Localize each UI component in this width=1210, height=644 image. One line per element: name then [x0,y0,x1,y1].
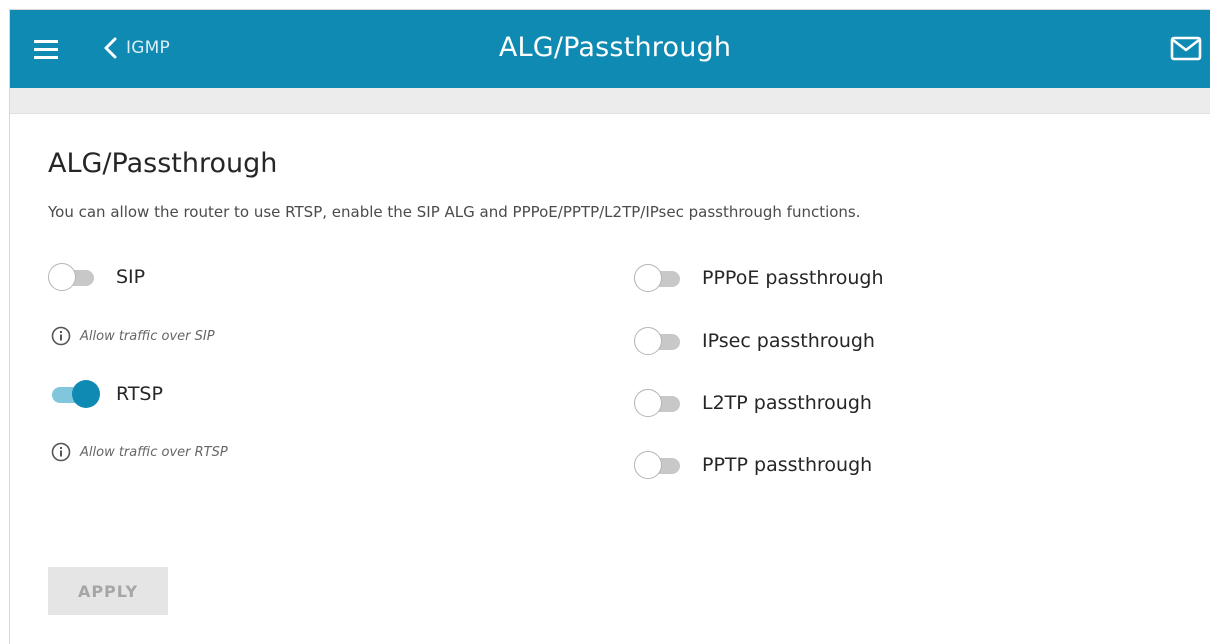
ipsec-passthrough-label: IPsec passthrough [702,330,875,352]
envelope-icon[interactable] [1170,35,1202,63]
header-strip [10,88,1210,114]
pppoe-passthrough-toggle-row[interactable]: PPPoE passthrough [634,263,884,293]
toggle-knob [634,327,662,355]
sip-toggle-row[interactable]: SIP [48,262,145,292]
toggle-knob [634,389,662,417]
app-frame: IGMP ALG/Passthrough ALG/Passthrough You… [9,9,1210,644]
page-title: ALG/Passthrough [48,148,278,179]
pppoe-passthrough-label: PPPoE passthrough [702,267,884,289]
info-icon [51,326,71,346]
sip-hint-text: Allow traffic over SIP [80,328,215,344]
l2tp-passthrough-toggle[interactable] [634,388,680,418]
sip-hint: Allow traffic over SIP [51,326,215,346]
pptp-passthrough-toggle[interactable] [634,450,680,480]
pptp-passthrough-toggle-row[interactable]: PPTP passthrough [634,450,872,480]
pppoe-passthrough-toggle[interactable] [634,263,680,293]
rtsp-hint-text: Allow traffic over RTSP [80,444,228,460]
toggle-knob [634,451,662,479]
apply-button[interactable]: APPLY [48,567,168,615]
sip-toggle[interactable] [48,262,94,292]
page-description: You can allow the router to use RTSP, en… [48,203,861,221]
rtsp-hint: Allow traffic over RTSP [51,442,228,462]
ipsec-passthrough-toggle[interactable] [634,326,680,356]
toggle-knob [634,264,662,292]
l2tp-passthrough-toggle-row[interactable]: L2TP passthrough [634,388,872,418]
rtsp-label: RTSP [116,383,163,405]
pptp-passthrough-label: PPTP passthrough [702,454,873,476]
ipsec-passthrough-toggle-row[interactable]: IPsec passthrough [634,326,875,356]
rtsp-toggle[interactable] [48,379,100,409]
top-bar: IGMP ALG/Passthrough [10,10,1210,88]
toggle-knob [72,380,100,408]
header-title: ALG/Passthrough [498,31,732,63]
info-icon [51,442,71,462]
l2tp-passthrough-label: L2TP passthrough [702,392,872,414]
toggle-knob [48,263,76,291]
rtsp-toggle-row[interactable]: RTSP [48,379,163,409]
sip-label: SIP [116,266,146,288]
